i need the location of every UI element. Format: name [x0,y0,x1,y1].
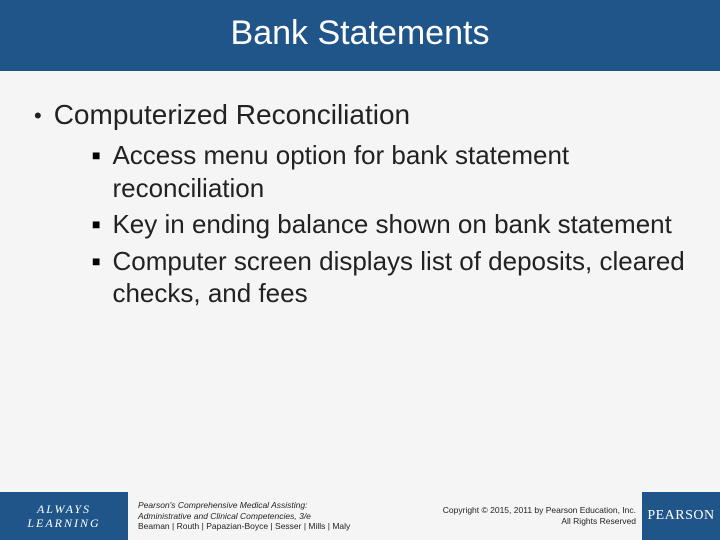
book-title-line1: Pearson's Comprehensive Medical Assistin… [138,500,378,511]
book-authors: Beaman | Routh | Papazian-Boyce | Sesser… [138,521,378,532]
heading-row: • Computerized Reconciliation [34,99,686,133]
list-item-text: Access menu option for bank statement re… [112,139,686,204]
copyright-block: Copyright © 2015, 2011 by Pearson Educat… [443,505,636,527]
list-item: ■ Access menu option for bank statement … [92,139,686,204]
always-learning-line2: LEARNING [27,516,100,530]
slide-title-bar: Bank Statements [0,0,720,71]
slide-footer: ALWAYS LEARNING Pearson's Comprehensive … [0,492,720,540]
book-credit: Pearson's Comprehensive Medical Assistin… [138,500,378,532]
pearson-logo-text: PEARSON [647,508,714,524]
always-learning-line1: ALWAYS [37,502,91,516]
list-item: ■ Computer screen displays list of depos… [92,245,686,310]
slide-content: • Computerized Reconciliation ■ Access m… [0,71,720,310]
square-bullet-icon: ■ [92,139,100,171]
heading-text: Computerized Reconciliation [54,99,410,131]
list-item: ■ Key in ending balance shown on bank st… [92,208,686,241]
pearson-logo: PEARSON [642,492,720,540]
copyright-line1: Copyright © 2015, 2011 by Pearson Educat… [443,505,636,516]
square-bullet-icon: ■ [92,208,100,240]
list-item-text: Key in ending balance shown on bank stat… [112,208,671,241]
copyright-line2: All Rights Reserved [443,516,636,527]
list-item-text: Computer screen displays list of deposit… [112,245,686,310]
slide-title: Bank Statements [231,14,490,52]
book-title-line2: Administrative and Clinical Competencies… [138,511,378,522]
always-learning-logo: ALWAYS LEARNING [0,492,128,540]
bullet-icon: • [34,99,42,133]
square-bullet-icon: ■ [92,245,100,277]
